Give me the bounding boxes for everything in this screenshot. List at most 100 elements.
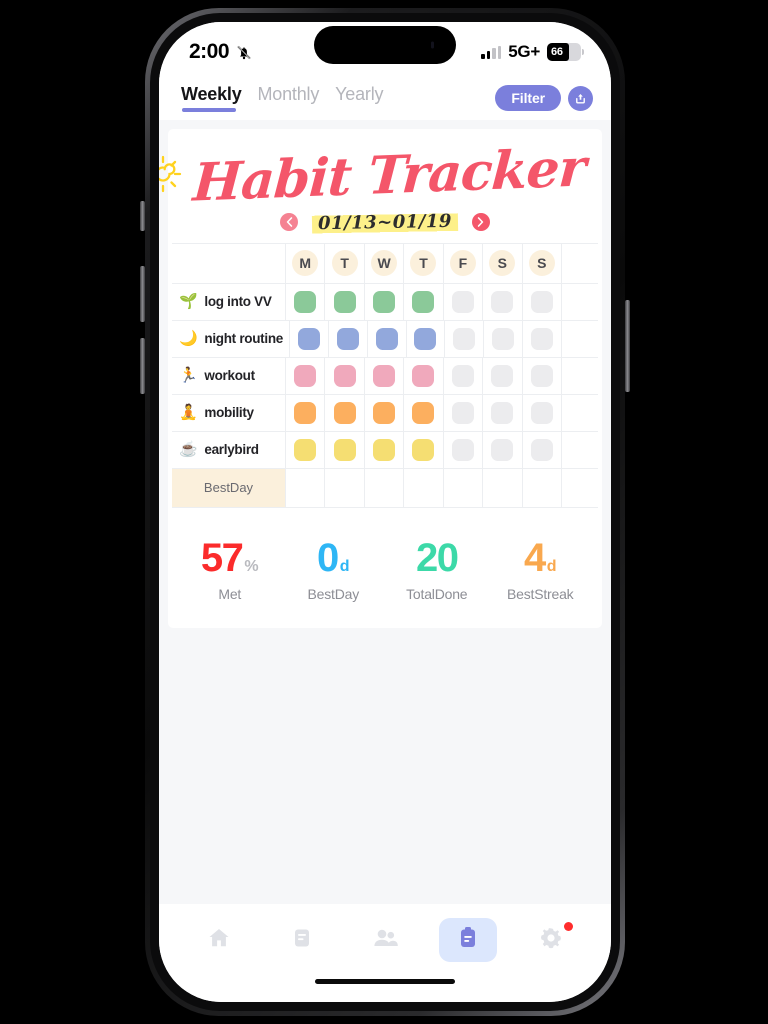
stat-value: 4d <box>524 538 557 578</box>
habit-cell-r2-d2[interactable] <box>365 357 405 394</box>
habit-chip <box>451 438 474 461</box>
habit-cell-r1-d2[interactable] <box>368 320 407 357</box>
clipboard-icon <box>456 925 480 956</box>
habit-chip <box>333 290 356 313</box>
habit-row: ☕ earlybird <box>172 431 598 469</box>
habit-label-cell[interactable]: ☕ earlybird <box>172 431 286 468</box>
habit-cell-r3-d6[interactable] <box>523 394 562 431</box>
habit-cell-r1-d6[interactable] <box>523 320 562 357</box>
day-header-2[interactable]: W <box>365 243 405 283</box>
habit-label-cell[interactable]: 🏃 workout <box>172 357 286 394</box>
habit-chip <box>294 290 317 313</box>
habit-cell-r3-d4[interactable] <box>444 394 484 431</box>
habit-cell-r4-d3[interactable] <box>404 431 444 468</box>
habit-cell-r4-d1[interactable] <box>325 431 365 468</box>
day-label: W <box>371 250 398 277</box>
habit-label-cell[interactable]: 🧘 mobility <box>172 394 286 431</box>
day-header-1[interactable]: T <box>325 243 365 283</box>
cellular-bars-icon <box>481 45 502 59</box>
stat-value: 20 <box>416 538 459 578</box>
battery-level: 66 <box>551 46 563 58</box>
share-upload-icon[interactable] <box>568 85 593 111</box>
page-title: Habit Tracker <box>191 137 588 214</box>
habit-cell-r3-d0[interactable] <box>286 394 326 431</box>
habit-tracker-card: Habit Tracker 01/13~01/19 M T W T F S S … <box>159 129 611 628</box>
home-indicator[interactable] <box>315 979 455 984</box>
habit-cell-r4-d4[interactable] <box>444 431 484 468</box>
habit-cell-r3-d1[interactable] <box>325 394 365 431</box>
habit-cell-r2-d6[interactable] <box>523 357 562 394</box>
habit-cell-r2-d0[interactable] <box>286 357 326 394</box>
bestday-cell-5 <box>483 468 523 507</box>
moon-icon: 🌙 <box>179 330 198 348</box>
habit-cell-r1-d4[interactable] <box>445 320 485 357</box>
habit-chip <box>530 401 553 424</box>
habit-cell-r0-d6[interactable] <box>523 283 562 320</box>
battery-indicator: 66 <box>547 43 584 61</box>
tab-yearly[interactable]: Yearly <box>335 84 383 112</box>
nav-clipboard[interactable] <box>439 918 498 962</box>
day-label: F <box>449 250 476 277</box>
bestday-row-tail <box>562 469 598 507</box>
habit-cell-r1-d0[interactable] <box>290 320 329 357</box>
power-button[interactable] <box>625 300 630 392</box>
gear-icon <box>538 925 564 956</box>
nav-people[interactable] <box>356 918 414 962</box>
nav-notes[interactable] <box>273 918 331 962</box>
habit-name: mobility <box>204 405 254 421</box>
notification-badge <box>564 922 574 931</box>
habit-label-cell[interactable]: 🌱 log into VV <box>172 283 286 320</box>
habit-cell-r3-d3[interactable] <box>404 394 444 431</box>
bottom-navigation <box>159 904 611 976</box>
stat-bestday: 0 d BestDay <box>282 538 386 602</box>
next-week-button[interactable] <box>471 213 490 232</box>
habit-cell-r2-d5[interactable] <box>483 357 523 394</box>
grid-header-tail <box>562 244 598 283</box>
day-label: T <box>410 250 437 277</box>
day-label: S <box>528 250 555 277</box>
habit-cell-r2-d4[interactable] <box>444 357 484 394</box>
nav-gear[interactable] <box>522 918 580 962</box>
tab-weekly[interactable]: Weekly <box>181 84 242 112</box>
nav-home[interactable] <box>190 918 248 962</box>
habit-cell-r4-d5[interactable] <box>483 431 523 468</box>
tab-monthly[interactable]: Monthly <box>258 84 320 112</box>
habit-cell-r0-d4[interactable] <box>444 283 484 320</box>
habit-cell-r1-d3[interactable] <box>407 320 446 357</box>
stat-unit: d <box>546 557 557 575</box>
habit-cell-r4-d6[interactable] <box>523 431 562 468</box>
habit-cell-r0-d5[interactable] <box>483 283 523 320</box>
day-header-5[interactable]: S <box>483 243 523 283</box>
habit-row-tail <box>562 284 598 320</box>
habit-cell-r0-d2[interactable] <box>365 283 405 320</box>
habit-cell-r4-d0[interactable] <box>286 431 326 468</box>
day-header-3[interactable]: T <box>404 243 444 283</box>
habit-cell-r0-d3[interactable] <box>404 283 444 320</box>
prev-week-button[interactable] <box>280 213 299 232</box>
habit-cell-r1-d1[interactable] <box>329 320 368 357</box>
habit-chip <box>333 364 356 387</box>
day-header-0[interactable]: M <box>286 243 326 283</box>
habit-cell-r2-d3[interactable] <box>404 357 444 394</box>
content-scroll[interactable]: Habit Tracker 01/13~01/19 M T W T F S S … <box>159 120 611 904</box>
habit-chip <box>375 327 398 350</box>
habit-label-cell[interactable]: 🌙 night routine <box>172 320 290 357</box>
habit-cell-r3-d2[interactable] <box>365 394 405 431</box>
habit-chip <box>333 401 356 424</box>
habit-chip <box>373 438 396 461</box>
habit-cell-r2-d1[interactable] <box>325 357 365 394</box>
day-header-6[interactable]: S <box>523 243 562 283</box>
day-header-4[interactable]: F <box>444 243 484 283</box>
habit-cell-r0-d0[interactable] <box>286 283 326 320</box>
filter-button[interactable]: Filter <box>495 85 561 111</box>
status-bar-clock: 2:00 <box>189 40 230 63</box>
habit-cell-r4-d2[interactable] <box>365 431 405 468</box>
habit-chip <box>333 438 356 461</box>
bestday-cell-0 <box>286 468 326 507</box>
habit-chip <box>492 327 515 350</box>
habit-cell-r0-d1[interactable] <box>325 283 365 320</box>
habit-cell-r1-d5[interactable] <box>484 320 524 357</box>
habit-cell-r3-d5[interactable] <box>483 394 523 431</box>
bestday-cell-6 <box>523 468 562 507</box>
habit-row-tail <box>562 395 598 431</box>
